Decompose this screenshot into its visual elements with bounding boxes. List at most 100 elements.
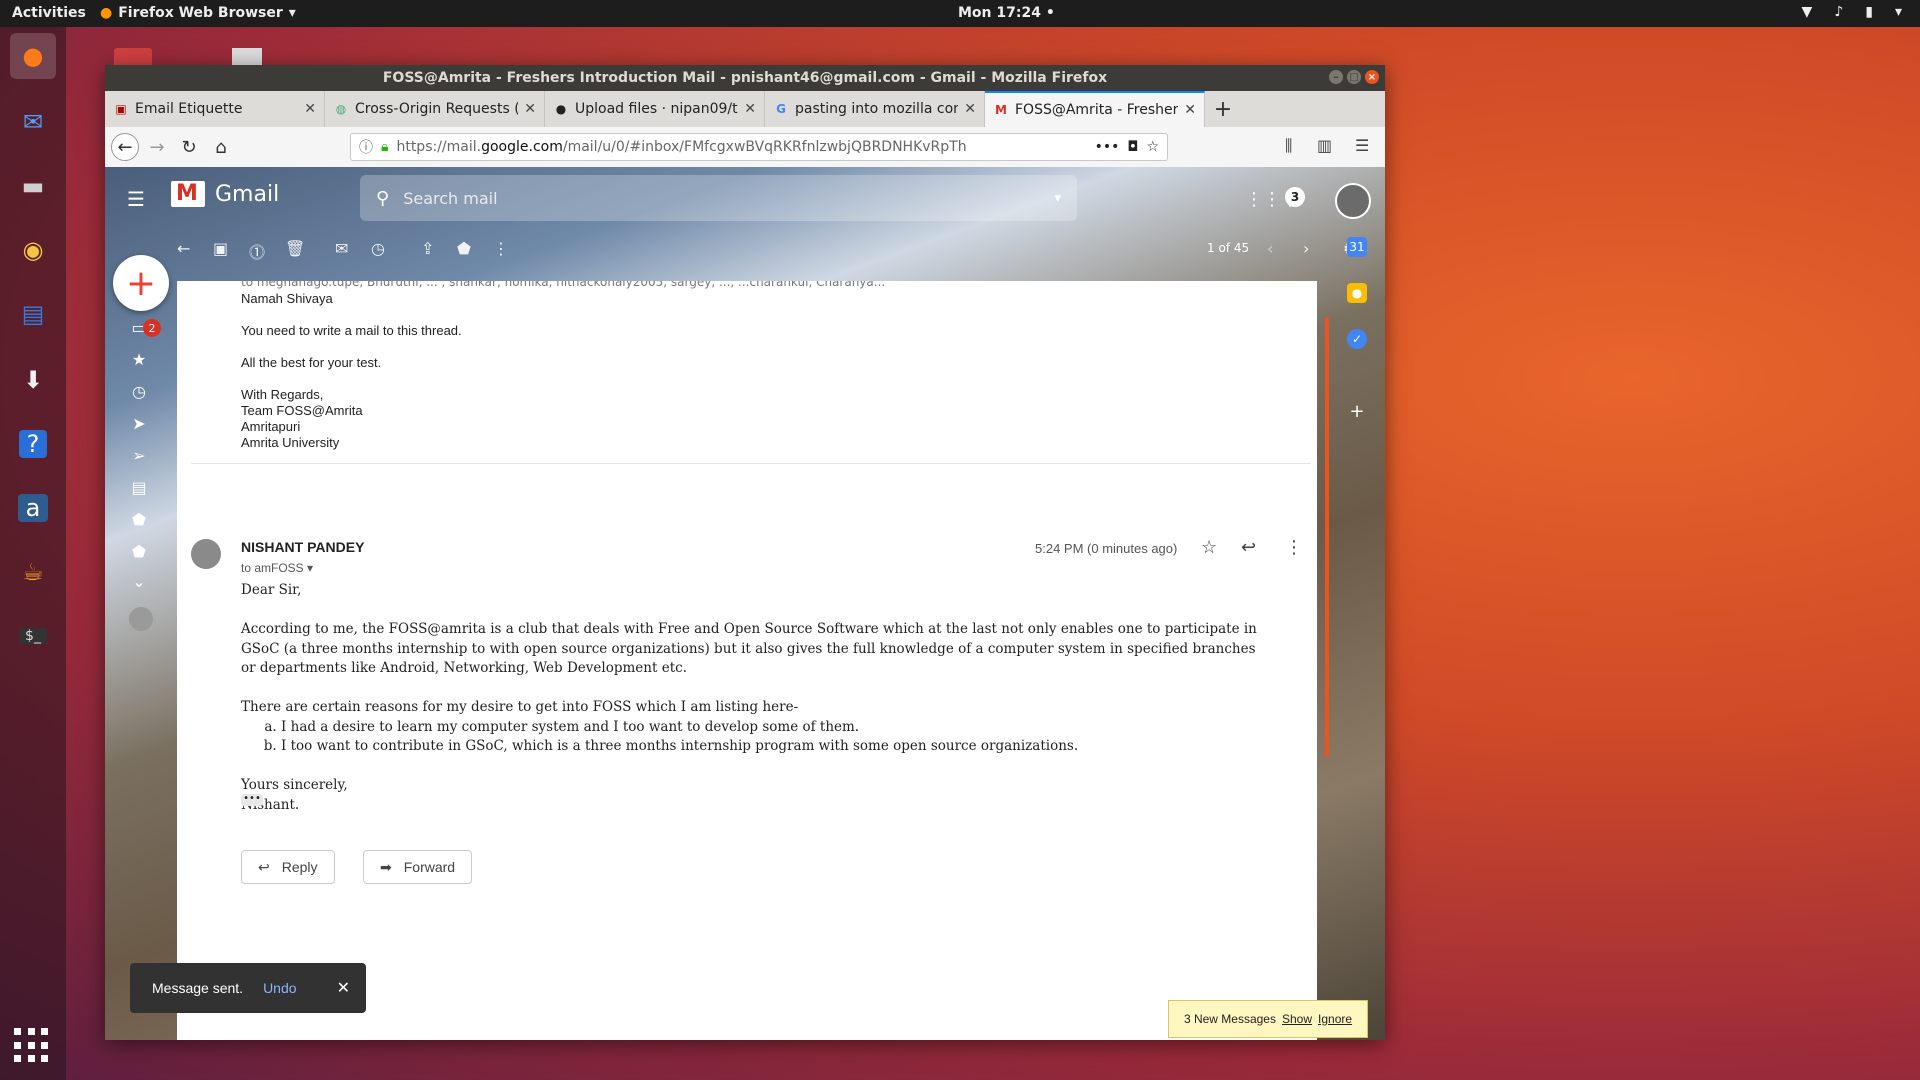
tab-gmail[interactable]: M FOSS@Amrita - Freshers ✕ xyxy=(985,91,1205,127)
delete-icon[interactable]: 🗑︎ xyxy=(285,239,305,258)
library-icon[interactable]: ⫼ xyxy=(1285,136,1292,156)
labels-icon[interactable]: ⬟ xyxy=(457,239,471,258)
teapot-launcher[interactable]: ☕ xyxy=(10,549,56,595)
add-ons-plus-icon[interactable]: + xyxy=(1347,401,1367,422)
account-avatar[interactable] xyxy=(1335,183,1371,219)
hangouts-avatar[interactable] xyxy=(129,607,153,631)
main-menu-icon[interactable]: ☰ xyxy=(127,187,147,211)
notifications-badge[interactable]: 3 xyxy=(1285,187,1305,207)
starred-icon[interactable]: ★ xyxy=(129,349,149,369)
important-icon[interactable]: ➤ xyxy=(129,413,149,433)
search-input[interactable]: Search mail xyxy=(403,189,1040,208)
move-to-icon[interactable]: ⇪ xyxy=(421,239,434,258)
window-titlebar[interactable]: FOSS@Amrita - Freshers Introduction Mail… xyxy=(105,65,1385,91)
tasks-icon[interactable]: ✓ xyxy=(1347,329,1367,349)
show-trimmed-content-button[interactable]: ••• xyxy=(241,794,263,806)
scrollbar[interactable] xyxy=(1325,317,1329,757)
lock-icon[interactable]: 🔒︎ xyxy=(381,139,388,155)
tab-upload-files[interactable]: ● Upload files · nipan09/ta ✕ xyxy=(545,91,765,127)
drafts-icon[interactable]: ▤ xyxy=(129,477,149,497)
close-tab-icon[interactable]: ✕ xyxy=(304,101,316,117)
help-icon: ? xyxy=(18,430,48,458)
compose-button[interactable]: + xyxy=(113,255,169,311)
close-window-button[interactable]: × xyxy=(1365,70,1379,84)
snoozed-icon[interactable]: ◷ xyxy=(129,381,149,401)
files-launcher[interactable]: ▬ xyxy=(10,163,56,209)
more-icon[interactable]: ⋮ xyxy=(493,239,509,258)
body-paragraph: According to me, the FOSS@amrita is a cl… xyxy=(241,621,1257,676)
keep-icon[interactable]: ● xyxy=(1347,283,1367,303)
rhythmbox-launcher[interactable]: ◉ xyxy=(10,227,56,273)
tab-pasting[interactable]: G pasting into mozilla con ✕ xyxy=(765,91,985,127)
tab-email-etiquette[interactable]: ▣ Email Etiquette ✕ xyxy=(105,91,325,127)
close-tab-icon[interactable]: ✕ xyxy=(964,101,976,117)
amazon-launcher[interactable]: a xyxy=(10,485,56,531)
reload-button[interactable]: ↻ xyxy=(177,135,201,159)
page-actions-icon[interactable]: ••• xyxy=(1095,139,1120,155)
sidebar-icon[interactable]: ▥ xyxy=(1317,136,1332,155)
firefox-launcher[interactable]: ● xyxy=(10,33,56,79)
thunderbird-launcher[interactable]: ✉ xyxy=(10,99,56,145)
sender-avatar[interactable] xyxy=(191,539,221,569)
close-icon[interactable]: ✕ xyxy=(337,978,350,998)
terminal-launcher[interactable]: $_ xyxy=(10,613,56,659)
star-icon[interactable]: ☆ xyxy=(1201,537,1217,558)
more-options-icon[interactable]: ⋮ xyxy=(1285,537,1303,558)
message-body: Dear Sir, According to me, the FOSS@amri… xyxy=(241,581,1261,815)
pocket-icon[interactable]: ◘ xyxy=(1127,139,1138,155)
tab-cross-origin[interactable]: ◍ Cross-Origin Requests (C ✕ xyxy=(325,91,545,127)
close-tab-icon[interactable]: ✕ xyxy=(524,101,536,117)
show-details-icon[interactable]: ▾ xyxy=(307,561,313,575)
activities-button[interactable]: Activities xyxy=(12,5,86,21)
close-tab-icon[interactable]: ✕ xyxy=(1184,102,1196,118)
close-tab-icon[interactable]: ✕ xyxy=(744,101,756,117)
older-icon[interactable]: › xyxy=(1303,239,1309,258)
minimize-button[interactable]: – xyxy=(1329,70,1343,84)
ignore-link[interactable]: Ignore xyxy=(1318,1012,1352,1026)
writer-launcher[interactable]: ▤ xyxy=(10,291,56,337)
home-button[interactable]: ⌂ xyxy=(209,135,233,159)
undo-button[interactable]: Undo xyxy=(263,980,296,996)
volume-icon: ♪ xyxy=(1834,4,1844,20)
search-icon[interactable]: ⚲ xyxy=(376,188,389,209)
url-text[interactable]: https://mail.google.com/mail/u/0/#inbox/… xyxy=(396,139,1086,155)
forward-button[interactable]: → xyxy=(145,135,169,159)
show-applications-button[interactable] xyxy=(14,1028,50,1064)
url-bar[interactable]: ⓘ 🔒︎ https://mail.google.com/mail/u/0/#i… xyxy=(350,133,1168,161)
label-icon[interactable]: ⬟ xyxy=(129,509,149,529)
search-options-icon[interactable]: ▾ xyxy=(1054,191,1061,206)
gmail-logo[interactable]: Gmail xyxy=(171,181,279,207)
recipient-line[interactable]: to amFOSS ▾ xyxy=(241,561,313,575)
github-icon: ● xyxy=(555,102,567,116)
clock[interactable]: Mon 17:24 • xyxy=(958,5,1055,21)
help-launcher[interactable]: ? xyxy=(10,421,56,467)
back-button[interactable]: ← xyxy=(111,133,139,161)
bookmark-star-icon[interactable]: ☆ xyxy=(1146,139,1159,155)
software-launcher[interactable]: ⬇ xyxy=(10,357,56,403)
back-to-inbox-icon[interactable]: ← xyxy=(177,239,190,258)
reply-icon[interactable]: ↩ xyxy=(1241,537,1256,558)
maximize-button[interactable]: □ xyxy=(1347,70,1361,84)
info-icon[interactable]: ⓘ xyxy=(359,137,373,157)
search-mail-box[interactable]: ⚲ Search mail ▾ xyxy=(360,175,1077,221)
more-labels-chevron-icon[interactable]: ⌄ xyxy=(129,571,149,591)
google-icon: G xyxy=(776,102,786,116)
report-spam-icon[interactable]: ⓵ xyxy=(249,239,265,263)
archive-icon[interactable]: ▣ xyxy=(213,239,228,258)
app-menu[interactable]: ● Firefox Web Browser ▾ xyxy=(100,5,296,21)
new-tab-button[interactable]: + xyxy=(1205,91,1241,127)
mark-unread-icon[interactable]: ✉ xyxy=(335,239,348,258)
sent-icon[interactable]: ➢ xyxy=(129,445,149,465)
newer-icon[interactable]: ‹ xyxy=(1267,239,1273,258)
firefox-icon: ● xyxy=(22,42,44,70)
reply-button[interactable]: ↩ Reply xyxy=(241,850,335,884)
show-link[interactable]: Show xyxy=(1282,1012,1312,1026)
snooze-icon[interactable]: ◷ xyxy=(371,239,385,258)
hamburger-menu-icon[interactable]: ☰ xyxy=(1355,136,1369,155)
calendar-icon[interactable]: 31 xyxy=(1347,237,1367,257)
sender-name[interactable]: NISHANT PANDEY xyxy=(241,539,364,555)
label-icon[interactable]: ⬟ xyxy=(129,541,149,561)
system-tray[interactable]: ▼ ♪ ▮ ▾ xyxy=(1802,4,1902,20)
forward-button[interactable]: ➡ Forward xyxy=(363,850,473,884)
forward-label: Forward xyxy=(403,859,456,875)
